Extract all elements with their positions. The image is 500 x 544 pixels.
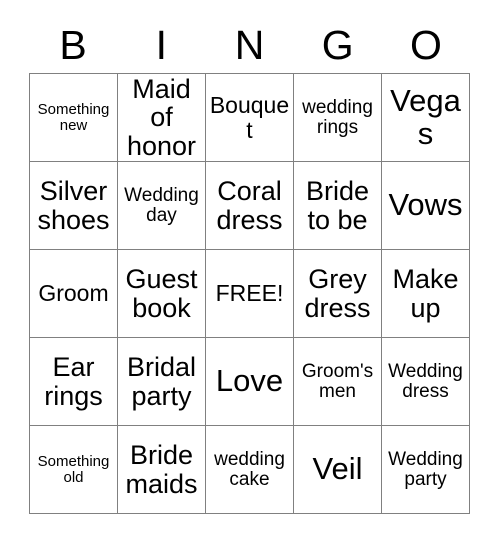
bingo-header-row: B I N G O — [29, 18, 470, 73]
bingo-cell-free[interactable]: FREE! — [206, 250, 294, 338]
bingo-cell-label: Bride to be — [305, 176, 370, 235]
bingo-cell-label: Guest book — [125, 264, 198, 323]
bingo-cell-label: Veil — [312, 451, 363, 487]
bingo-cell-b3[interactable]: Groom — [30, 250, 118, 338]
bingo-cell-i4[interactable]: Bridal party — [118, 338, 206, 426]
bingo-cell-label: Something new — [37, 100, 110, 134]
bingo-cell-b2[interactable]: Silver shoes — [30, 162, 118, 250]
bingo-cell-o1[interactable]: Vegas — [382, 74, 470, 162]
bingo-header-letter-b: B — [59, 22, 87, 68]
bingo-cell-label: Vows — [388, 187, 463, 223]
bingo-cell-i3[interactable]: Guest book — [118, 250, 206, 338]
bingo-cell-o4[interactable]: Wedding dress — [382, 338, 470, 426]
bingo-cell-n4[interactable]: Love — [206, 338, 294, 426]
bingo-cell-b4[interactable]: Ear rings — [30, 338, 118, 426]
bingo-cell-o3[interactable]: Make up — [382, 250, 470, 338]
bingo-cell-i2[interactable]: Wedding day — [118, 162, 206, 250]
bingo-cell-label: Groom's men — [301, 360, 374, 402]
bingo-cell-i5[interactable]: Bride maids — [118, 426, 206, 514]
bingo-cell-label: Love — [215, 363, 284, 399]
bingo-header-letter-n: N — [234, 22, 265, 68]
bingo-cell-g5[interactable]: Veil — [294, 426, 382, 514]
bingo-cell-label: Maid of honor — [126, 74, 197, 161]
bingo-cell-label: Vegas — [390, 82, 461, 151]
bingo-card: B I N G O Something new Maid of honor Bo… — [0, 0, 500, 544]
bingo-cell-label: Bride maids — [125, 440, 198, 499]
bingo-cell-label: Ear rings — [44, 352, 103, 411]
bingo-cell-n1[interactable]: Bouquet — [206, 74, 294, 162]
bingo-header-letter-g: G — [321, 22, 354, 68]
bingo-cell-o5[interactable]: Wedding party — [382, 426, 470, 514]
bingo-cell-label: Bridal party — [126, 352, 197, 411]
bingo-cell-label: wedding cake — [214, 448, 285, 490]
bingo-cell-label: Grey dress — [304, 264, 371, 323]
bingo-cell-label: wedding rings — [302, 96, 373, 138]
bingo-cell-label: FREE! — [215, 280, 284, 307]
bingo-cell-n5[interactable]: wedding cake — [206, 426, 294, 514]
bingo-cell-label: Silver shoes — [37, 176, 110, 235]
bingo-cell-o2[interactable]: Vows — [382, 162, 470, 250]
bingo-header-letter-i: I — [155, 22, 167, 68]
bingo-cell-i1[interactable]: Maid of honor — [118, 74, 206, 162]
bingo-cell-label: Groom — [38, 280, 109, 307]
bingo-cell-b1[interactable]: Something new — [30, 74, 118, 162]
bingo-cell-label: Bouquet — [209, 92, 290, 143]
bingo-cell-g2[interactable]: Bride to be — [294, 162, 382, 250]
bingo-cell-label: Wedding party — [388, 448, 463, 490]
bingo-cell-g4[interactable]: Groom's men — [294, 338, 382, 426]
bingo-cell-g1[interactable]: wedding rings — [294, 74, 382, 162]
bingo-cell-label: Coral dress — [216, 176, 283, 235]
bingo-cell-label: Wedding dress — [388, 360, 463, 402]
bingo-cell-label: Something old — [37, 452, 110, 486]
bingo-cell-b5[interactable]: Something old — [30, 426, 118, 514]
bingo-grid: Something new Maid of honor Bouquet wedd… — [29, 73, 470, 514]
bingo-header-letter-o: O — [409, 22, 442, 68]
bingo-cell-label: Wedding day — [124, 184, 199, 226]
bingo-cell-label: Make up — [392, 264, 459, 323]
bingo-cell-g3[interactable]: Grey dress — [294, 250, 382, 338]
bingo-cell-n2[interactable]: Coral dress — [206, 162, 294, 250]
